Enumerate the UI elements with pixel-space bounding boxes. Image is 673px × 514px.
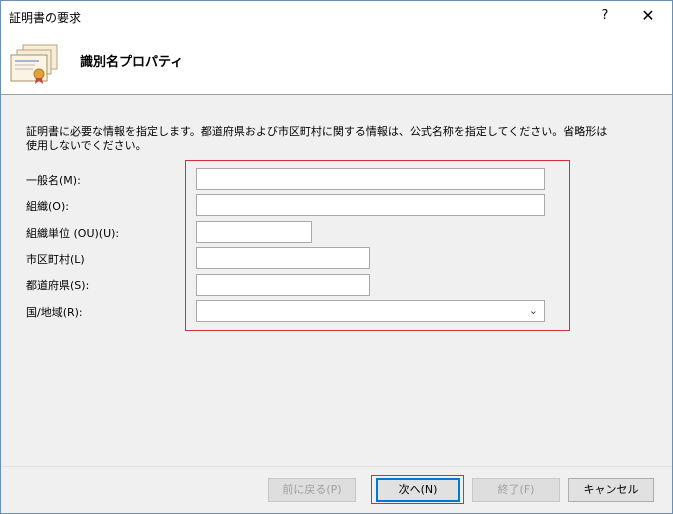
- next-button[interactable]: 次へ(N): [376, 478, 460, 502]
- page-title: 識別名プロパティ: [80, 55, 184, 70]
- state-field[interactable]: [196, 274, 370, 296]
- city-field[interactable]: [196, 247, 370, 269]
- city-label: 市区町村(L): [26, 253, 85, 266]
- dialog-window: 証明書の要求 ? ✕ 識別名プロパティ 証明書に必要な情報を指定します。都道府県…: [0, 0, 673, 514]
- org-unit-label: 組織単位 (OU)(U):: [26, 227, 120, 240]
- help-button[interactable]: ?: [587, 2, 623, 30]
- back-button[interactable]: 前に戻る(P): [268, 478, 356, 502]
- title-bar: 証明書の要求 ? ✕: [1, 1, 672, 31]
- country-select[interactable]: ⌄: [196, 300, 545, 322]
- state-label: 都道府県(S):: [26, 279, 90, 292]
- close-button[interactable]: ✕: [625, 2, 671, 30]
- finish-button[interactable]: 終了(F): [472, 478, 560, 502]
- organization-field[interactable]: [196, 194, 545, 216]
- cancel-button[interactable]: キャンセル: [568, 478, 654, 502]
- country-label: 国/地域(R):: [26, 306, 83, 319]
- common-name-field[interactable]: [196, 168, 545, 190]
- wizard-header: 識別名プロパティ: [1, 31, 672, 95]
- common-name-label: 一般名(M):: [26, 174, 81, 187]
- certificate-icon: [10, 44, 58, 84]
- window-title: 証明書の要求: [9, 11, 82, 25]
- organization-label: 組織(O):: [26, 200, 69, 213]
- chevron-down-icon: ⌄: [528, 304, 538, 317]
- description-text: 証明書に必要な情報を指定します。都道府県および市区町村に関する情報は、公式名称を…: [26, 125, 608, 152]
- org-unit-field[interactable]: [196, 221, 312, 243]
